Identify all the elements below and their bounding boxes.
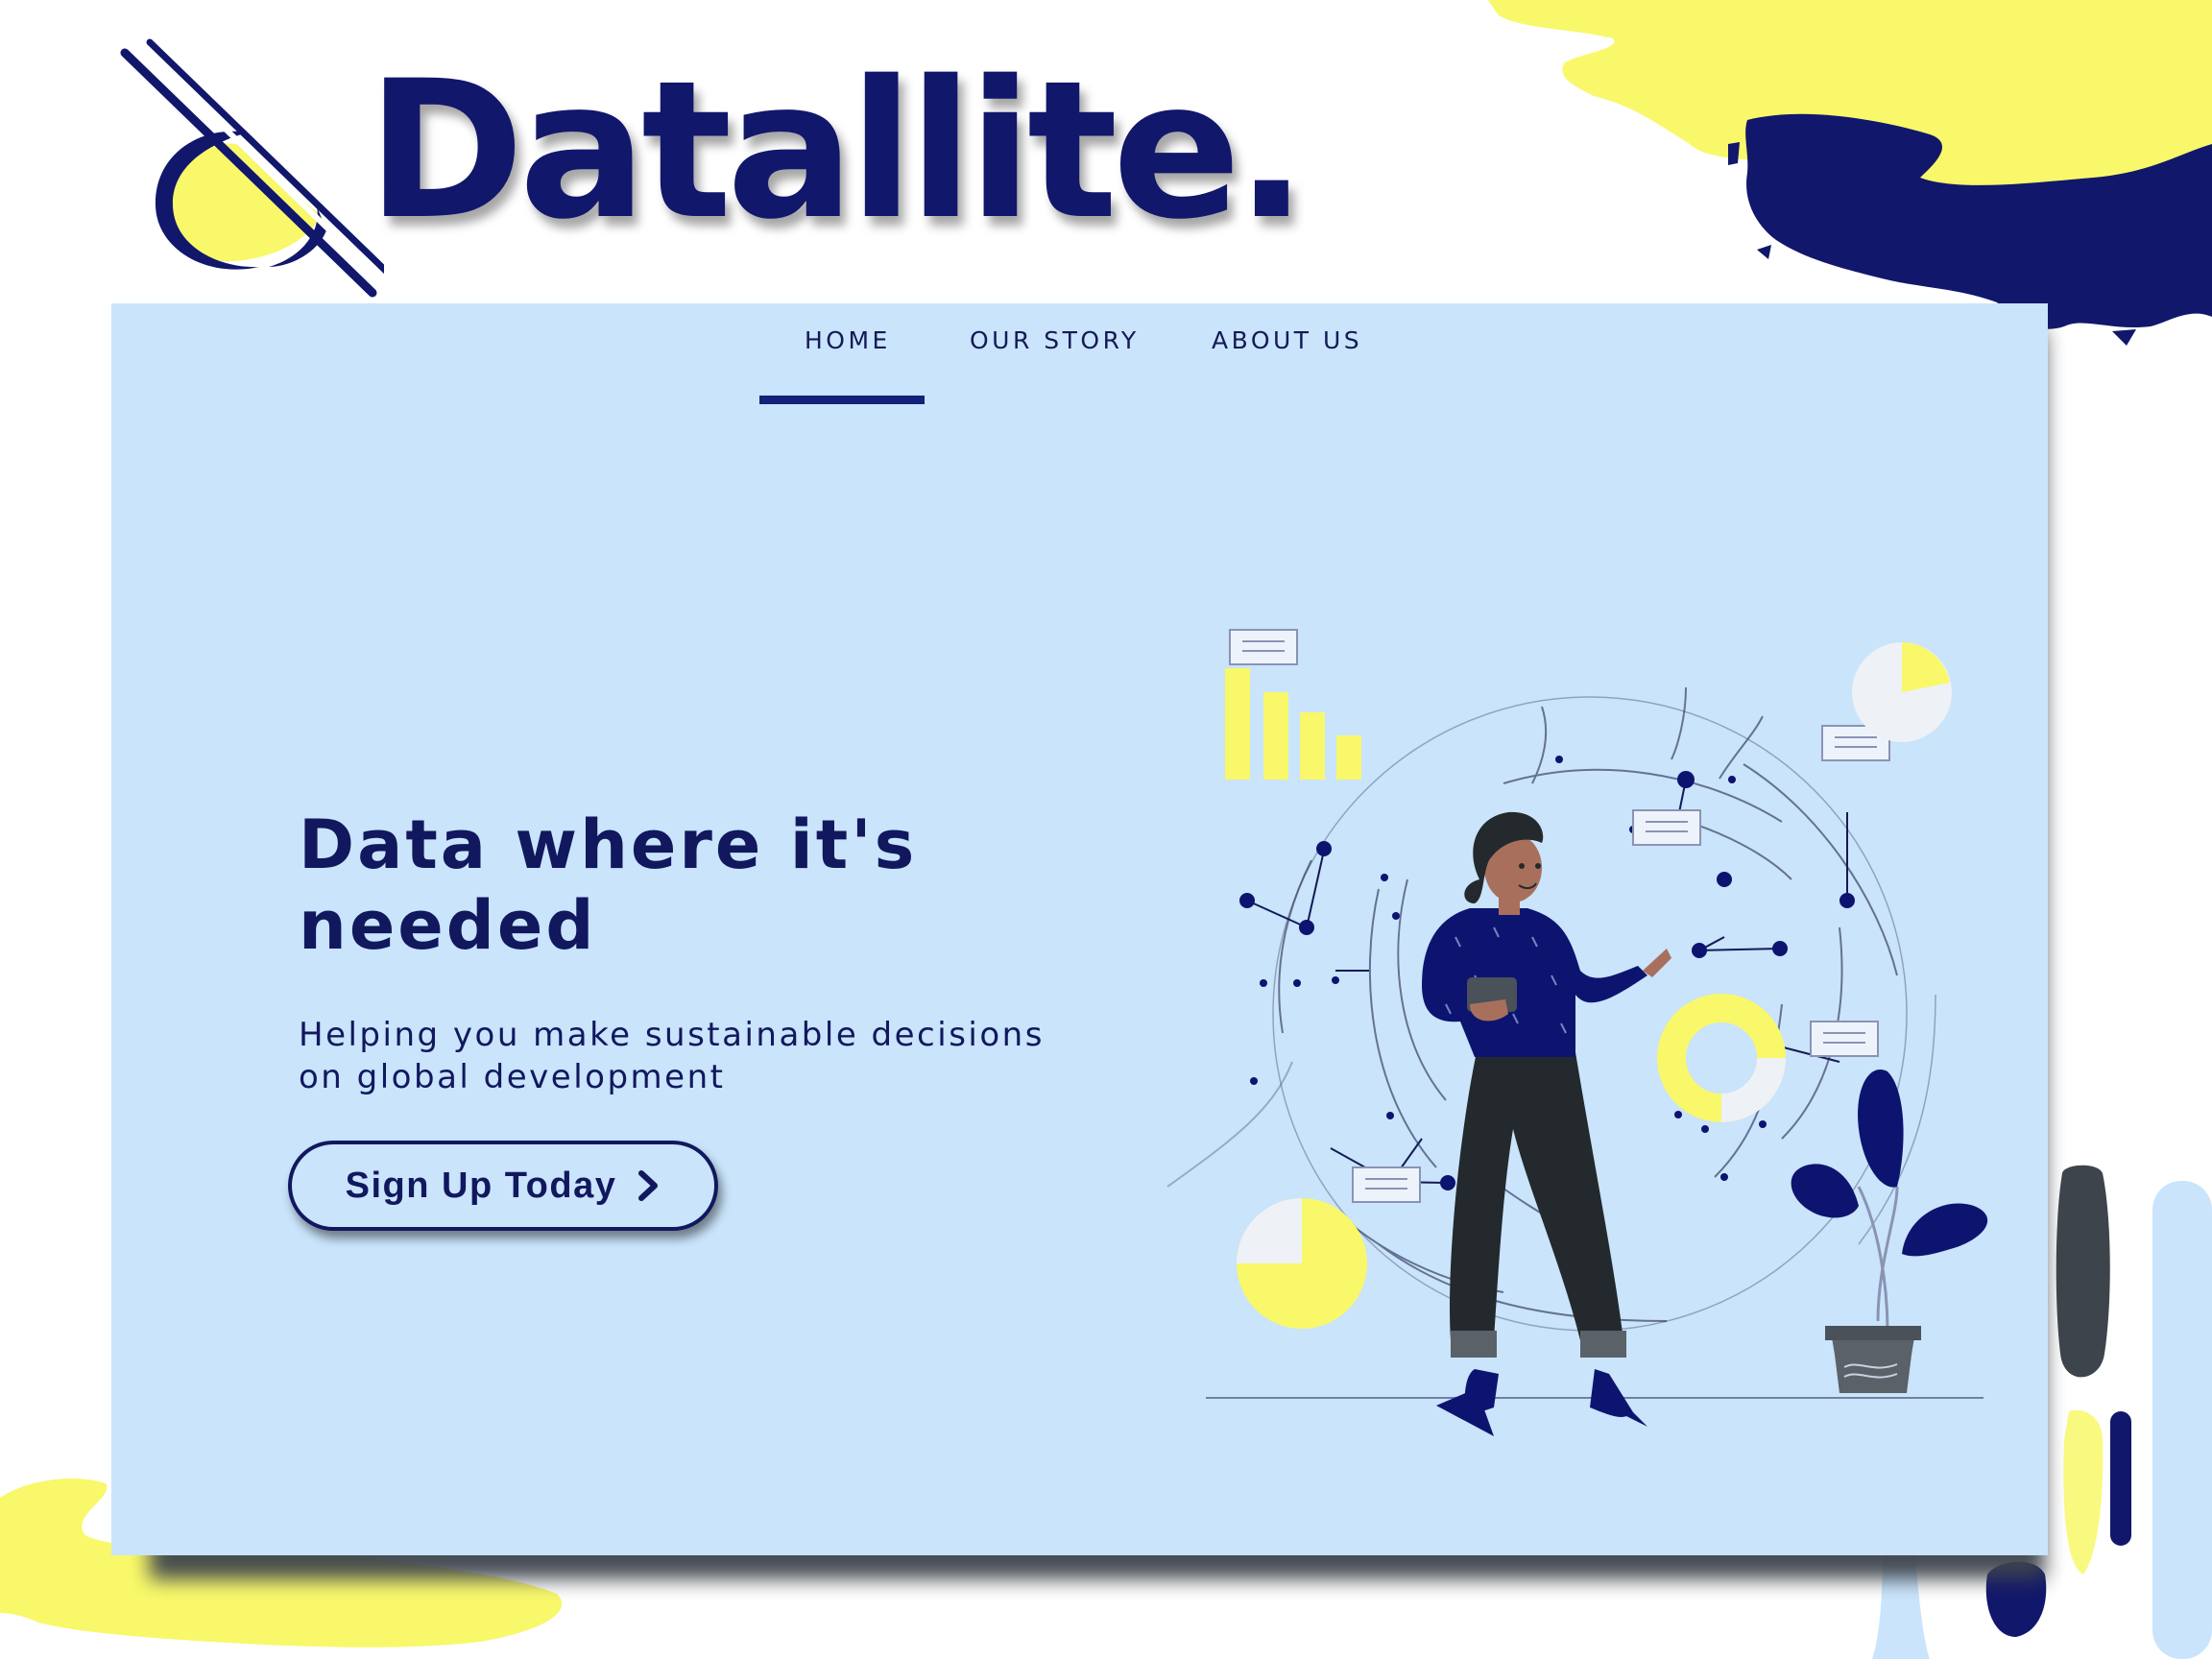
- hero-subtitle: Helping you make sustainable decisions o…: [299, 1014, 1086, 1098]
- nav-item-our-story[interactable]: OUR STORY: [970, 326, 1140, 354]
- brand-logo[interactable]: Datallite.: [115, 38, 1382, 307]
- nav-active-indicator: [759, 396, 925, 404]
- main-nav: HOME OUR STORY ABOUT US: [111, 303, 2048, 409]
- chevron-right-icon: [638, 1170, 659, 1201]
- sign-up-button-label: Sign Up Today: [345, 1165, 617, 1206]
- sign-up-button[interactable]: Sign Up Today: [288, 1141, 718, 1231]
- satellite-logo-icon: [120, 38, 384, 298]
- hero-card: HOME OUR STORY ABOUT US Data where it's …: [111, 303, 2048, 1555]
- nav-item-home[interactable]: HOME: [805, 326, 891, 354]
- nav-item-about-us[interactable]: ABOUT US: [1212, 326, 1362, 354]
- hero-subtitle-line-1: Helping you make sustainable decisions: [299, 1016, 1045, 1054]
- hero-subtitle-line-2: on global development: [299, 1058, 726, 1096]
- brand-name: Datallite.: [367, 39, 1308, 261]
- data-analyst-illustration: [1166, 629, 1988, 1436]
- hero-title: Data where it's needed: [299, 805, 918, 965]
